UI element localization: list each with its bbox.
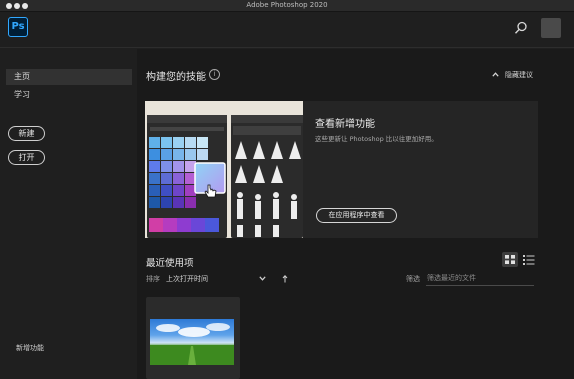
grid-view-icon <box>505 255 515 264</box>
app-header: Ps <box>0 12 574 48</box>
view-in-app-button[interactable]: 在应用程序中查看 <box>316 208 397 223</box>
whats-new-card-title: 查看新增功能 <box>315 119 375 130</box>
open-button[interactable]: 打开 <box>8 150 45 165</box>
window-title: Adobe Photoshop 2020 <box>246 1 328 9</box>
chevron-down-icon[interactable] <box>259 276 266 281</box>
window-titlebar: Adobe Photoshop 2020 <box>0 0 574 12</box>
chevron-up-icon <box>492 71 499 79</box>
search-button[interactable] <box>513 20 529 36</box>
recent-section-title: 最近使用项 <box>146 258 194 269</box>
search-icon <box>514 21 527 34</box>
sort-label: 排序 <box>146 275 160 283</box>
whats-new-card-description: 这些更新让 Photoshop 比以往更加好用。 <box>315 135 438 143</box>
landscape-thumbnail-image <box>150 323 234 365</box>
new-button[interactable]: 新建 <box>8 126 45 141</box>
whats-new-link[interactable]: 新增功能 <box>16 343 44 353</box>
sort-direction-icon[interactable] <box>282 275 288 283</box>
filter-label: 筛选 <box>406 275 420 283</box>
shapes-panel-image <box>231 115 303 238</box>
sidebar-item-learn[interactable]: 学习 <box>6 87 132 103</box>
hide-suggestions-link[interactable]: 隐藏建议 <box>492 70 533 80</box>
info-icon[interactable]: i <box>209 69 220 80</box>
sidebar: 主页 学习 新建 打开 新增功能 <box>0 49 137 379</box>
list-view-button[interactable] <box>523 254 535 266</box>
list-view-icon <box>523 255 535 265</box>
sort-dropdown[interactable]: 上次打开时间 <box>166 274 208 284</box>
swatches-panel-image <box>147 115 227 238</box>
whats-new-card: 查看新增功能 这些更新让 Photoshop 比以往更加好用。 在应用程序中查看 <box>145 101 538 238</box>
recent-file-card[interactable] <box>146 297 240 379</box>
feature-preview-image <box>145 101 303 238</box>
swatches-illustration <box>147 115 227 232</box>
shapes-illustration <box>231 115 303 237</box>
sidebar-item-home[interactable]: 主页 <box>6 69 132 85</box>
avatar[interactable] <box>541 18 561 38</box>
photoshop-logo[interactable]: Ps <box>8 17 28 37</box>
hide-suggestions-label: 隐藏建议 <box>505 71 533 79</box>
skills-section-title: 构建您的技能 <box>146 72 206 83</box>
main-content: 构建您的技能 i 隐藏建议 查看新增功能 这些更新让 Photoshop 比以往… <box>137 49 574 379</box>
hand-cursor-icon <box>204 184 217 198</box>
recent-file-thumbnail <box>150 319 234 365</box>
grid-view-button[interactable] <box>502 252 518 267</box>
filter-input[interactable]: 筛选最近的文件 <box>426 272 534 286</box>
